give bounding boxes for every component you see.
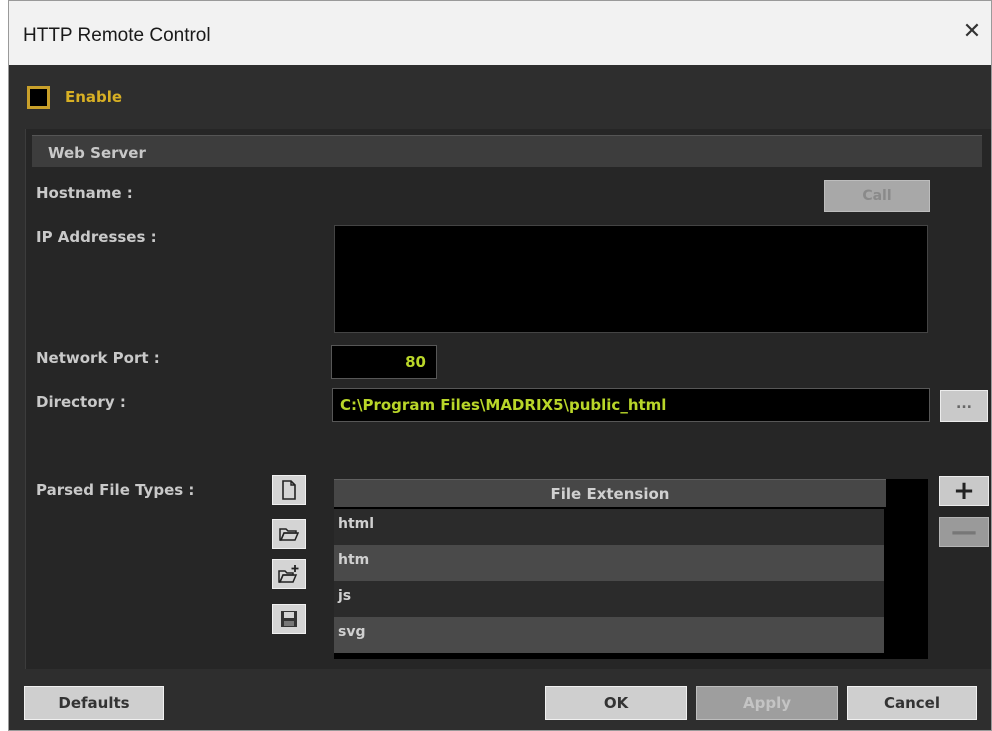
- close-icon[interactable]: ✕: [959, 19, 985, 45]
- call-button[interactable]: Call: [824, 180, 930, 212]
- enable-label[interactable]: Enable: [65, 88, 122, 106]
- open-folder-icon[interactable]: [272, 519, 306, 549]
- table-row[interactable]: html: [334, 509, 884, 545]
- directory-input[interactable]: C:\Program Files\MADRIX5\public_html: [332, 388, 930, 422]
- web-server-header-label: Web Server: [48, 144, 146, 162]
- network-port-input[interactable]: 80: [331, 345, 437, 379]
- hostname-label: Hostname :: [36, 184, 133, 202]
- ok-button[interactable]: OK: [545, 686, 687, 720]
- add-folder-icon[interactable]: [272, 559, 306, 589]
- enable-row: Enable: [27, 85, 122, 109]
- window-title: HTTP Remote Control: [23, 25, 211, 46]
- file-extension-column-header[interactable]: File Extension: [334, 479, 886, 507]
- file-extension-table: File Extension html htm js svg: [334, 479, 928, 659]
- add-extension-button[interactable]: +: [939, 476, 989, 506]
- web-server-panel: Web Server Hostname : Call IP Addresses …: [25, 129, 991, 669]
- table-row[interactable]: htm: [334, 545, 884, 581]
- cancel-button[interactable]: Cancel: [847, 686, 977, 720]
- http-remote-control-dialog: HTTP Remote Control ✕ Enable Web Server …: [8, 0, 992, 731]
- apply-button[interactable]: Apply: [696, 686, 838, 720]
- remove-extension-button[interactable]: —: [939, 517, 989, 547]
- ip-addresses-list[interactable]: [334, 225, 928, 333]
- network-port-label: Network Port :: [36, 349, 160, 367]
- directory-label: Directory :: [36, 393, 126, 411]
- enable-checkbox[interactable]: [27, 85, 50, 109]
- ip-addresses-label: IP Addresses :: [36, 228, 157, 246]
- web-server-header: Web Server: [32, 135, 982, 167]
- browse-button[interactable]: ...: [940, 390, 988, 422]
- defaults-button[interactable]: Defaults: [24, 686, 164, 720]
- save-icon[interactable]: [272, 604, 306, 634]
- new-file-icon[interactable]: [272, 475, 306, 505]
- table-row[interactable]: js: [334, 581, 884, 617]
- parsed-file-types-label: Parsed File Types :: [36, 481, 195, 499]
- table-row[interactable]: svg: [334, 617, 884, 653]
- title-bar: HTTP Remote Control ✕: [9, 1, 991, 65]
